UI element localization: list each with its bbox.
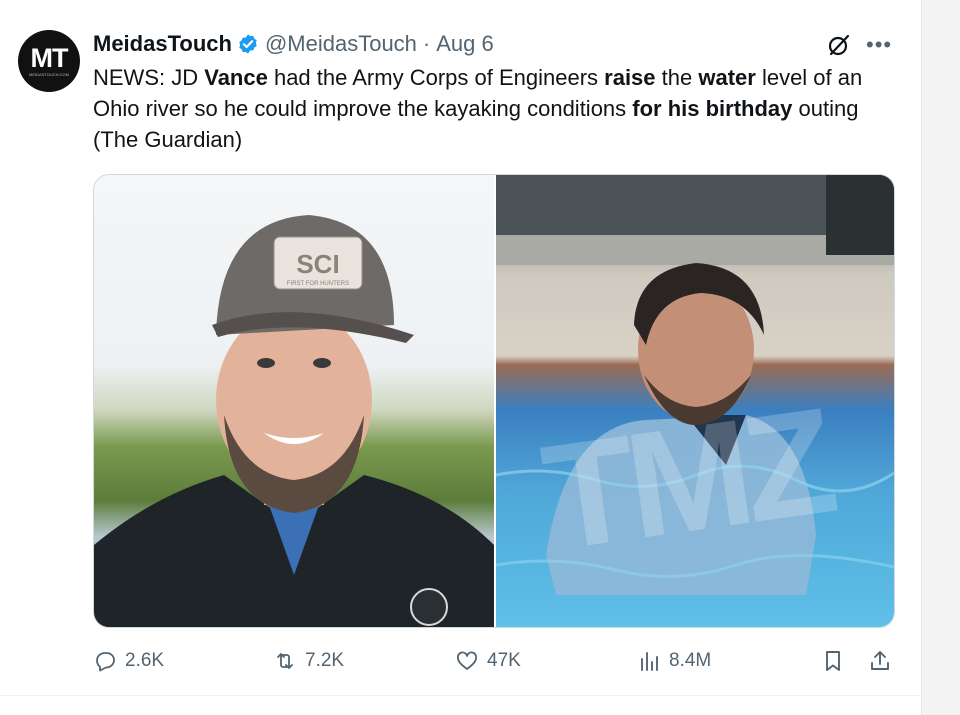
photo-portrait[interactable]: SCI FIRST FOR HUNTERS (94, 175, 494, 627)
tweet-media[interactable]: SCI FIRST FOR HUNTERS TMZ (93, 174, 895, 628)
action-bar: 2.6K 7.2K 47K 8.4M (93, 646, 893, 676)
header-actions: ••• (826, 32, 892, 58)
avatar[interactable]: MT MEIDASTOUCH.COM (18, 30, 80, 92)
header-separator: · (422, 31, 431, 56)
more-icon[interactable]: ••• (866, 34, 892, 56)
bookmark-icon (826, 651, 840, 671)
cap-logo-subtext: FIRST FOR HUNTERS (287, 281, 349, 287)
repost-icon (277, 653, 293, 669)
repost-count: 7.2K (305, 650, 345, 671)
page-gutter (921, 0, 960, 715)
like-count: 47K (487, 650, 521, 671)
text-part: had the Army Corps of Engineers (267, 65, 605, 90)
photo-pool[interactable]: TMZ (496, 175, 894, 627)
share-button[interactable] (868, 646, 892, 676)
repost-button[interactable]: 7.2K (273, 646, 344, 676)
reply-count: 2.6K (125, 650, 165, 671)
tweet-divider (0, 695, 920, 696)
cap-logo-text: SCI (296, 249, 339, 279)
author-name[interactable]: MeidasTouch (93, 31, 232, 57)
avatar-logo-subtext: MEIDASTOUCH.COM (29, 72, 69, 77)
text-bold: Vance (204, 65, 268, 90)
text-bold: for his birthday (632, 96, 793, 121)
text-part: the (655, 65, 699, 90)
views-count: 8.4M (669, 650, 712, 671)
tweet-card[interactable]: MT MEIDASTOUCH.COM MeidasTouch @MeidasTo… (0, 0, 920, 715)
like-icon (457, 651, 477, 670)
text-bold: water (698, 65, 756, 90)
verified-badge-icon (239, 34, 257, 54)
views-button[interactable]: 8.4M (637, 646, 711, 676)
share-icon (871, 651, 889, 670)
avatar-logo-text: MT (30, 43, 69, 73)
bookmark-button[interactable] (821, 646, 845, 676)
tweet-text: NEWS: JD Vance had the Army Corps of Eng… (93, 62, 903, 155)
author-handle[interactable]: @MeidasTouch (265, 31, 417, 57)
reply-button[interactable]: 2.6K (93, 646, 164, 676)
tweet-header: MeidasTouch @MeidasTouch · Aug 6 (93, 30, 494, 58)
like-button[interactable]: 47K (455, 646, 521, 676)
text-bold: raise (604, 65, 656, 90)
text-part: NEWS: JD (93, 65, 205, 90)
reply-icon (96, 652, 115, 672)
views-icon (641, 652, 658, 671)
tweet-date[interactable]: Aug 6 (436, 31, 494, 57)
portrait-illustration: SCI FIRST FOR HUNTERS (94, 215, 494, 627)
grok-icon[interactable] (826, 32, 852, 58)
